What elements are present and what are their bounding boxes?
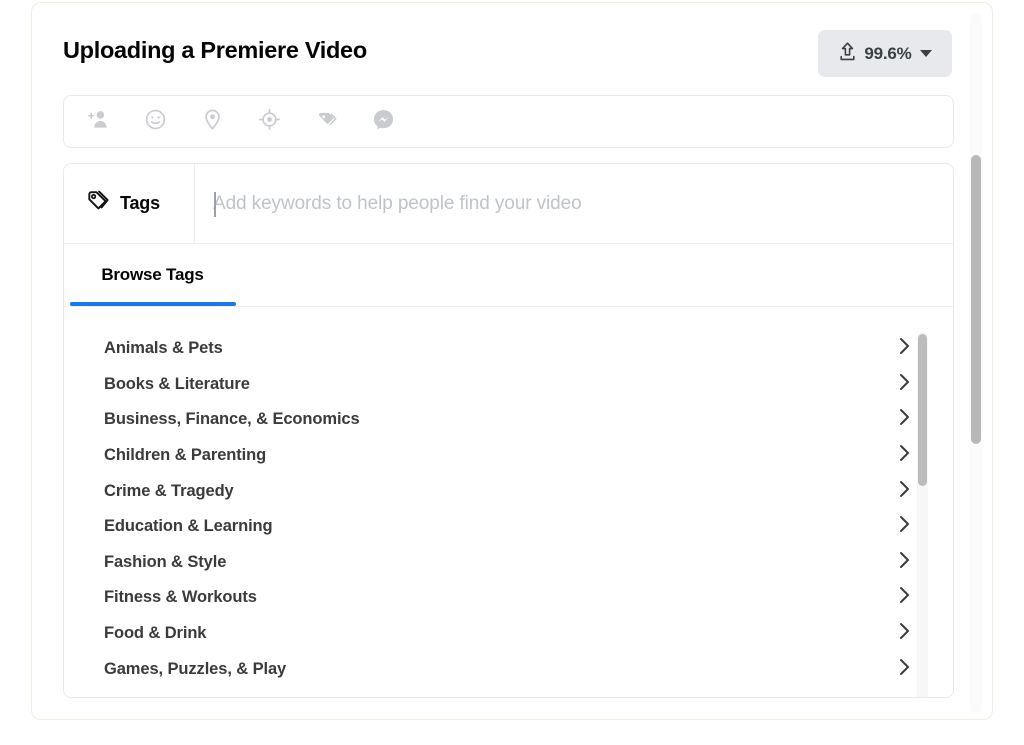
tag-category-label: Crime & Tragedy [104,481,234,500]
dialog-scrollbar-thumb[interactable] [971,155,981,444]
upload-arrow-icon [838,41,857,67]
tags-icon [85,188,111,219]
chevron-right-icon [899,480,910,503]
dialog-header: Uploading a Premiere Video 99.6% [32,3,962,89]
list-item[interactable]: Books & Literature [64,367,953,403]
tags-input-wrapper [195,164,953,244]
chevron-right-icon [899,515,910,538]
list-item[interactable]: Education & Learning [64,509,953,545]
page-frame: Uploading a Premiere Video 99.6% Tags Ad… [31,2,993,720]
tab-browse-tags-label: Browse Tags [101,265,204,284]
tags-tab-strip: Browse Tags [64,244,953,307]
tags-label-group: Tags [64,164,195,244]
tag-category-scroll-area[interactable]: Animals & Pets Books & Literature Busine… [64,307,953,697]
target-crosshair-icon [258,108,281,136]
page-title: Uploading a Premiere Video [63,37,367,63]
tags-input[interactable] [213,192,924,215]
tags-panel: Tags Browse Tags Animals & Pets [63,163,954,698]
activity-button[interactable] [241,100,298,144]
chevron-right-icon [899,658,910,681]
tag-category-label: Business, Finance, & Economics [104,410,360,429]
messenger-icon [372,108,395,136]
tags-input-row: Tags [64,164,953,244]
tab-active-indicator [70,302,236,306]
messenger-button[interactable] [355,100,412,144]
tag-category-label: Games, Puzzles, & Play [104,659,287,678]
chevron-right-icon [899,444,910,467]
tag-person-button[interactable] [70,100,127,144]
chevron-right-icon [899,408,910,431]
tag-category-list: Animals & Pets Books & Literature Busine… [64,331,953,687]
tag-category-label: Children & Parenting [104,446,267,465]
chevron-right-icon [899,373,910,396]
tags-label: Tags [120,193,160,213]
emoji-smiley-icon [144,108,167,136]
chevron-right-icon [899,622,910,645]
upload-percent-label: 99.6% [864,43,912,63]
check-in-button[interactable] [184,100,241,144]
chevron-right-icon [899,586,910,609]
tag-category-label: Education & Learning [104,517,273,536]
list-item[interactable]: Crime & Tragedy [64,473,953,509]
list-item[interactable]: Games, Puzzles, & Play [64,651,953,687]
tag-person-icon [87,108,110,136]
list-item[interactable]: Fashion & Style [64,545,953,581]
chevron-right-icon [899,551,910,574]
product-tag-icon [315,108,338,136]
list-item[interactable]: Children & Parenting [64,438,953,474]
chevron-right-icon [899,337,910,360]
tag-category-label: Fashion & Style [104,552,227,571]
text-caret [214,191,216,217]
tag-category-label: Books & Literature [104,374,250,393]
tag-category-label: Animals & Pets [104,339,223,358]
tag-category-label: Fitness & Workouts [104,588,257,607]
list-item[interactable]: Food & Drink [64,616,953,652]
tag-list-scrollbar-thumb[interactable] [918,334,927,486]
tag-products-button[interactable] [298,100,355,144]
upload-progress-badge[interactable]: 99.6% [818,30,952,77]
location-pin-icon [201,108,224,136]
composer-toolbar [63,95,954,148]
emoji-button[interactable] [127,100,184,144]
list-item[interactable]: Business, Finance, & Economics [64,402,953,438]
upload-dialog: Uploading a Premiere Video 99.6% Tags Ad… [32,3,962,719]
list-item[interactable]: Animals & Pets [64,331,953,367]
tag-category-label: Food & Drink [104,624,207,643]
list-item[interactable]: Fitness & Workouts [64,580,953,616]
tab-browse-tags[interactable]: Browse Tags [70,244,235,306]
chevron-down-icon [919,50,932,57]
